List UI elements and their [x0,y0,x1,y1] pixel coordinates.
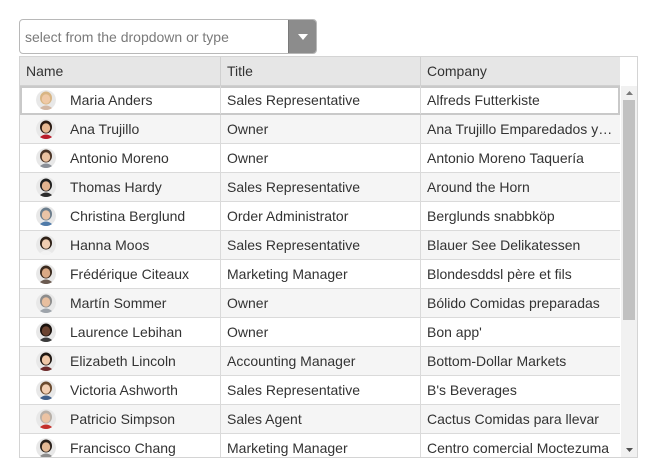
company-cell: Bottom-Dollar Markets [427,353,567,369]
table-row[interactable]: Thomas Hardy Sales Representative Around t… [20,173,620,202]
table-row[interactable]: Martín Sommer Owner Bólido Comidas prepara… [20,289,620,318]
dropdown-button[interactable] [288,20,316,53]
company-cell: Alfreds Futterkiste [427,92,540,108]
title-cell: Owner [221,115,421,143]
avatar [36,438,56,457]
table-row[interactable]: Hanna Moos Sales Representative Blauer See… [20,231,620,260]
name-cell: Thomas Hardy [20,173,221,201]
company-cell: Around the Horn [427,179,530,195]
title-cell: Order Administrator [221,202,421,230]
table-row[interactable]: Maria Anders Sales Representative Alfreds … [20,86,620,115]
scroll-down-button[interactable] [621,443,637,457]
arrow-up-icon [625,91,633,95]
name-text: Ana Trujillo [70,121,140,137]
title-cell: Marketing Manager [221,260,421,288]
company-cell: Cactus Comidas para llevar [427,411,599,427]
name-cell: Elizabeth Lincoln [20,347,221,375]
name-cell: Ana Trujillo [20,115,221,143]
company-cell: Ana Trujillo Emparedados y helados [427,121,620,137]
avatar [36,119,56,139]
title-cell: Owner [221,289,421,317]
grid-header: Name Title Company [20,57,620,86]
name-text: Laurence Lebihan [70,324,183,340]
table-row[interactable]: Christina Berglund Order Administrator Ber… [20,202,620,231]
title-cell: Sales Representative [221,376,421,404]
name-text: Martín Sommer [70,295,167,311]
avatar [36,235,56,255]
avatar [36,293,56,313]
name-cell: Francisco Chang [20,434,221,457]
table-row[interactable]: Frédérique Citeaux Marketing Manager Blond… [20,260,620,289]
table-row[interactable]: Elizabeth Lincoln Accounting Manager Botto… [20,347,620,376]
scroll-up-button[interactable] [621,86,637,100]
title-cell: Marketing Manager [221,434,421,457]
column-header-company[interactable]: Company [421,57,620,85]
avatar [36,322,56,342]
table-row[interactable]: Patricio Simpson Sales Agent Cactus Comida… [20,405,620,434]
vertical-scrollbar[interactable] [621,86,637,457]
caret-down-icon [297,33,308,40]
title-cell: Sales Representative [221,231,421,259]
name-text: Thomas Hardy [70,179,162,195]
company-cell: Blondesddsl père et fils [427,266,572,282]
name-cell: Patricio Simpson [20,405,221,433]
table-row[interactable]: Ana Trujillo Owner Ana Trujillo Emparedado… [20,115,620,144]
avatar [36,409,56,429]
data-grid: Name Title Company Maria Anders Sales Rep… [19,56,638,458]
table-row[interactable]: Victoria Ashworth Sales Representative B's… [20,376,620,405]
name-cell: Frédérique Citeaux [20,260,221,288]
name-cell: Christina Berglund [20,202,221,230]
avatar [36,351,56,371]
company-cell: B's Beverages [427,382,517,398]
combo-input[interactable] [20,20,290,53]
name-text: Francisco Chang [70,440,176,456]
title-cell: Sales Representative [221,86,421,114]
company-cell: Bólido Comidas preparadas [427,295,600,311]
avatar [36,380,56,400]
column-header-name[interactable]: Name [20,57,221,85]
arrow-down-icon [625,448,633,452]
title-cell: Owner [221,144,421,172]
name-text: Elizabeth Lincoln [70,353,176,369]
table-row[interactable]: Francisco Chang Marketing Manager Centro c… [20,434,620,457]
name-text: Maria Anders [70,92,153,108]
name-text: Victoria Ashworth [70,382,178,398]
avatar [36,148,56,168]
scroll-thumb[interactable] [623,100,635,320]
title-cell: Sales Representative [221,173,421,201]
name-text: Christina Berglund [70,208,186,224]
title-cell: Accounting Manager [221,347,421,375]
table-row[interactable]: Antonio Moreno Owner Antonio Moreno Taquer… [20,144,620,173]
column-header-title[interactable]: Title [221,57,421,85]
name-cell: Martín Sommer [20,289,221,317]
name-text: Frédérique Citeaux [70,266,190,282]
company-cell: Antonio Moreno Taquería [427,150,584,166]
company-cell: Berglunds snabbköp [427,208,555,224]
name-cell: Maria Anders [20,86,221,114]
name-cell: Victoria Ashworth [20,376,221,404]
avatar [36,177,56,197]
table-row[interactable]: Laurence Lebihan Owner Bon app' [20,318,620,347]
grid-body: Maria Anders Sales Representative Alfreds … [20,86,621,457]
title-cell: Owner [221,318,421,346]
company-cell: Blauer See Delikatessen [427,237,581,253]
company-cell: Bon app' [427,324,482,340]
title-cell: Sales Agent [221,405,421,433]
avatar [36,264,56,284]
name-text: Patricio Simpson [70,411,176,427]
name-cell: Laurence Lebihan [20,318,221,346]
company-cell: Centro comercial Moctezuma [427,440,610,456]
name-cell: Hanna Moos [20,231,221,259]
avatar [36,90,56,110]
combo-box[interactable] [19,19,317,54]
avatar [36,206,56,226]
name-text: Hanna Moos [70,237,150,253]
name-text: Antonio Moreno [70,150,169,166]
name-cell: Antonio Moreno [20,144,221,172]
